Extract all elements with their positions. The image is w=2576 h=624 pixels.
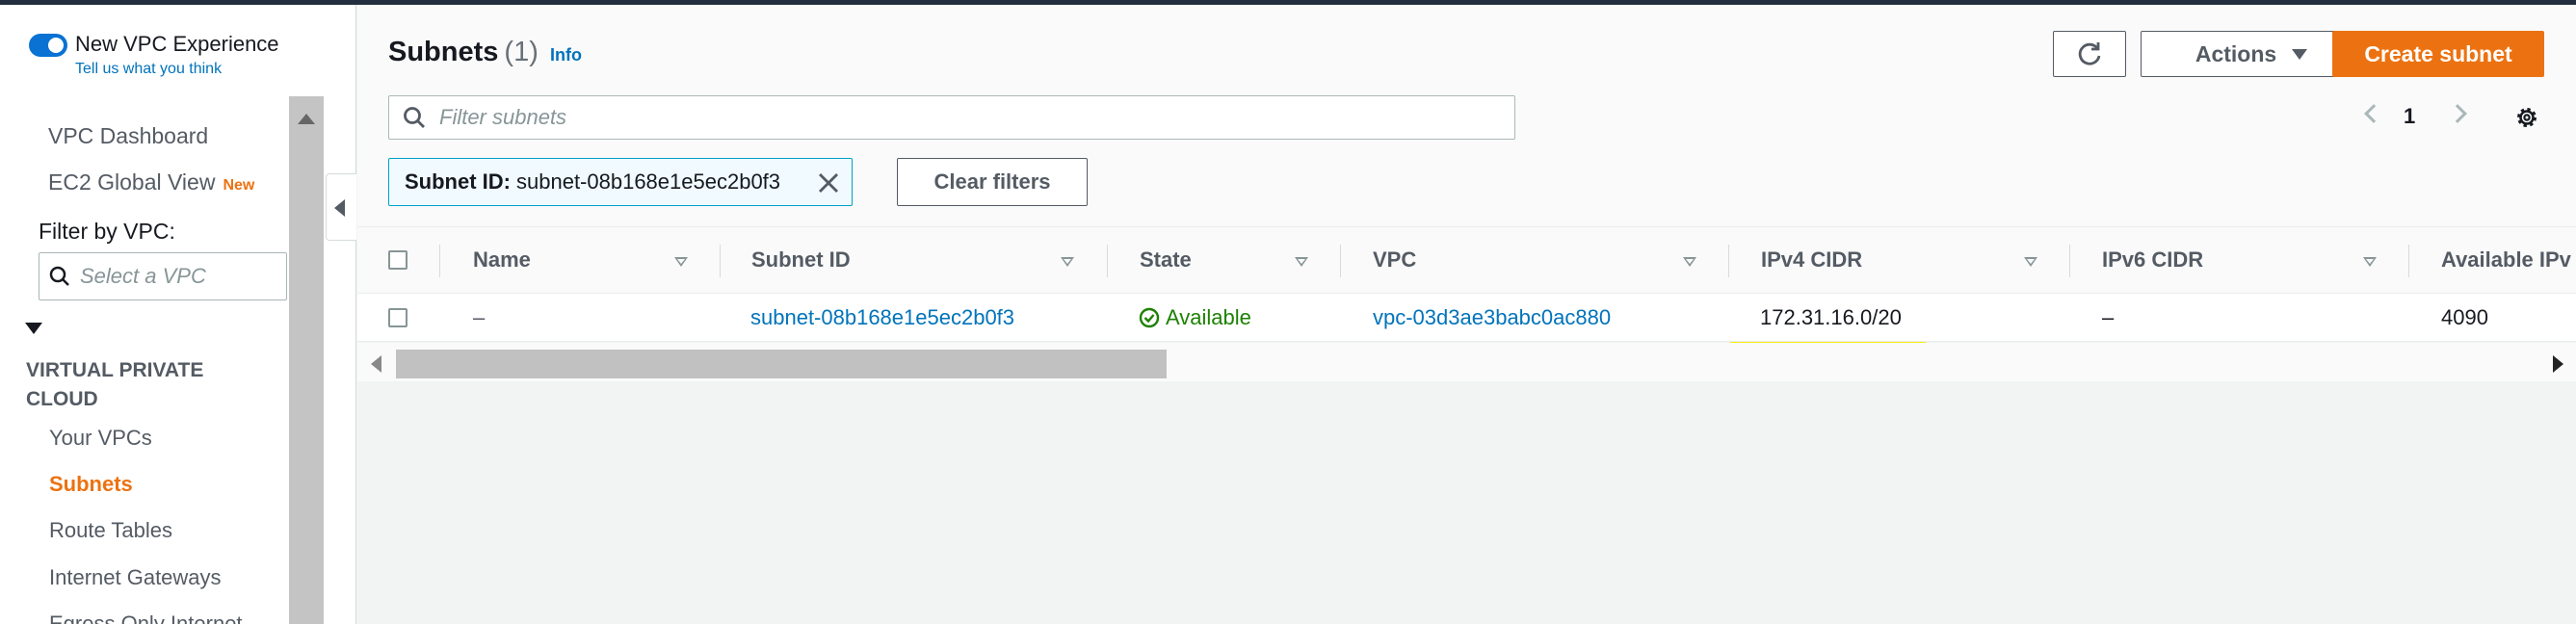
column-divider [720,245,721,277]
caret-down-icon [2292,48,2308,60]
filter-subnets-input[interactable]: Filter subnets [388,95,1515,140]
sidebar-item-your-vpcs[interactable]: Your VPCs [49,426,152,451]
column-divider [439,245,440,277]
sidebar-item-route-tables[interactable]: Route Tables [49,518,172,543]
cell-name: – [473,304,486,329]
state-label: Available [1166,304,1251,329]
close-icon[interactable] [817,171,840,195]
filter-token-key: Subnet ID: [405,169,511,194]
filter-subnets-placeholder: Filter subnets [439,105,567,129]
clear-filters-button[interactable]: Clear filters [897,158,1088,206]
sidebar-item-subnets[interactable]: Subnets [49,472,133,497]
cell-vpc-link[interactable]: vpc-03d3ae3babc0ac880 [1373,294,1611,341]
row-select-cell [388,294,407,341]
main-content: Subnets (1) Info Actions Create subnet Fi… [357,5,2576,624]
sidebar: New VPC Experience Tell us what you thin… [0,5,356,624]
sort-icon[interactable] [1061,257,1074,267]
filter-token-value: subnet-08b168e1e5ec2b0f3 [516,169,781,194]
new-badge: New [223,177,255,194]
new-vpc-experience-label: New VPC Experience [75,32,279,56]
column-header-available-ips[interactable]: Available IPv [2441,227,2571,293]
column-divider [1728,245,1729,277]
sort-icon[interactable] [2024,257,2037,267]
sort-icon[interactable] [2363,257,2377,267]
vpc-filter-select[interactable]: Select a VPC [39,252,287,300]
search-icon [49,266,69,286]
search-icon [404,107,425,128]
row-checkbox[interactable] [388,307,407,327]
sidebar-scrollbar[interactable] [289,96,324,624]
new-vpc-experience-toggle-group: New VPC Experience Tell us what you thin… [29,32,279,78]
refresh-icon [2078,42,2101,65]
column-divider [1340,245,1341,277]
column-divider [1107,245,1108,277]
previous-page-icon[interactable] [2364,104,2383,123]
sort-icon[interactable] [674,257,688,267]
horizontal-scroll-thumb[interactable] [396,350,1167,378]
column-header-vpc[interactable]: VPC [1373,227,1416,293]
sidebar-item-ec2-global-view[interactable]: EC2 Global View New [48,169,254,195]
info-link[interactable]: Info [550,45,582,65]
scroll-up-icon[interactable] [298,114,315,124]
success-check-icon [1139,307,1160,327]
page-number[interactable]: 1 [2404,104,2415,129]
table-header: Name Subnet ID State VPC IPv4 CIDR IPv6 … [357,226,2576,294]
page-title: Subnets (1) [388,37,539,68]
select-all-checkbox[interactable] [388,250,407,270]
scroll-left-icon[interactable] [371,355,381,373]
actions-button[interactable]: Actions [2141,31,2362,77]
filter-by-vpc-label: Filter by VPC: [39,219,175,244]
gear-icon[interactable] [2514,105,2539,130]
cell-ipv6-cidr: – [2102,304,2115,329]
subnet-count: (1) [504,37,539,67]
next-page-icon[interactable] [2448,104,2467,123]
cell-state: Available [1139,294,1251,341]
select-all-cell [388,227,407,293]
section-title-virtual-private-cloud: VIRTUAL PRIVATE CLOUD [26,359,204,410]
section-collapse-icon[interactable] [25,323,42,334]
sidebar-item-label: VPC Dashboard [48,123,209,148]
create-subnet-button[interactable]: Create subnet [2332,31,2544,77]
sidebar-item-label: EC2 Global View [48,169,216,195]
column-divider [2069,245,2070,277]
filter-token-subnet-id: Subnet ID: subnet-08b168e1e5ec2b0f3 [388,158,853,206]
feedback-link[interactable]: Tell us what you think [75,61,279,78]
sidebar-item-egress-only-internet[interactable]: Egress Only Internet [49,611,243,624]
horizontal-scrollbar[interactable] [357,343,2576,381]
column-divider [2408,245,2409,277]
cell-subnet-id-link[interactable]: subnet-08b168e1e5ec2b0f3 [750,294,1014,341]
scroll-right-icon[interactable] [2553,355,2563,373]
refresh-button[interactable] [2053,31,2126,77]
sort-icon[interactable] [1295,257,1308,267]
column-header-state[interactable]: State [1140,227,1192,293]
cell-available-ips: 4090 [2441,304,2488,329]
sidebar-item-internet-gateways[interactable]: Internet Gateways [49,565,222,590]
column-header-subnet-id[interactable]: Subnet ID [751,227,851,293]
column-header-ipv4-cidr[interactable]: IPv4 CIDR [1761,227,1862,293]
cell-ipv4-cidr: 172.31.16.0/20 [1760,304,1902,329]
column-header-name[interactable]: Name [473,227,531,293]
sort-icon[interactable] [1683,257,1696,267]
vpc-filter-placeholder: Select a VPC [80,264,206,288]
collapse-sidebar-handle[interactable] [326,173,356,241]
new-vpc-experience-toggle[interactable] [29,34,67,57]
subnets-table: Name Subnet ID State VPC IPv4 CIDR IPv6 … [357,226,2576,342]
actions-label: Actions [2195,40,2277,66]
sidebar-item-vpc-dashboard[interactable]: VPC Dashboard [48,123,208,149]
subnets-header: Subnets (1) Info Actions Create subnet Fi… [357,5,2576,226]
column-header-ipv6-cidr[interactable]: IPv6 CIDR [2102,227,2203,293]
page-title-text: Subnets [388,37,499,67]
table-row[interactable]: – subnet-08b168e1e5ec2b0f3 Available vpc… [357,294,2576,342]
